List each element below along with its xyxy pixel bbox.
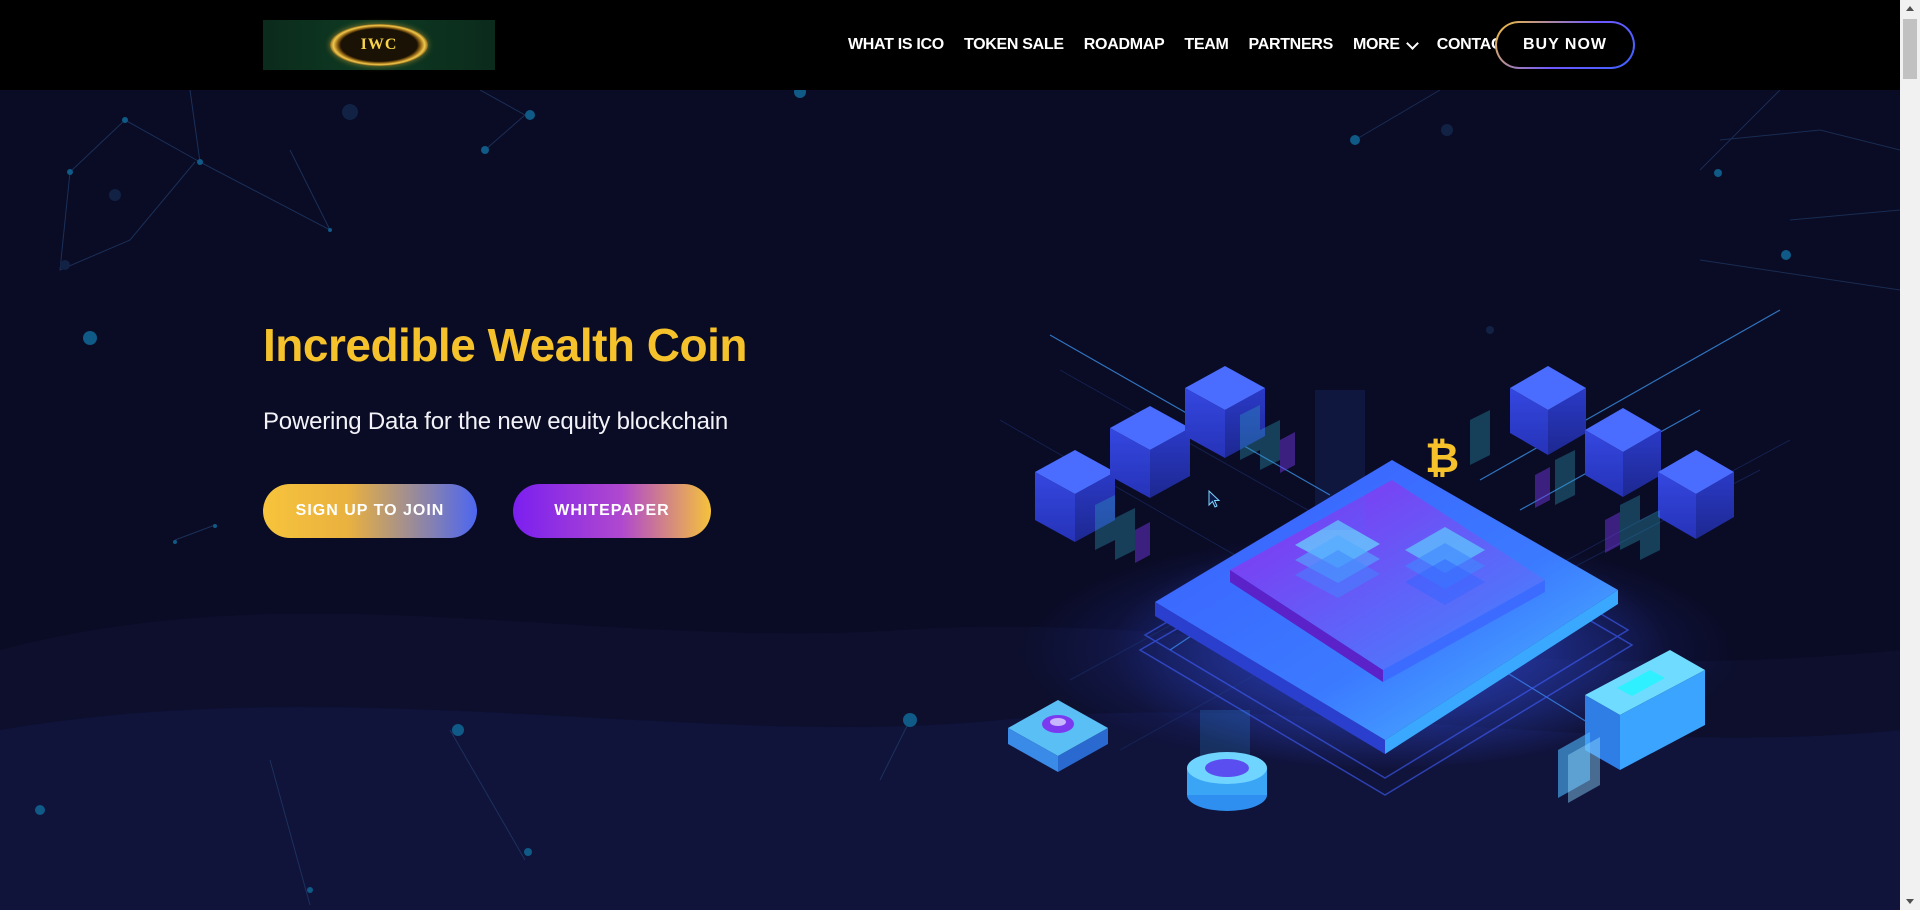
nav-what-is-ico[interactable]: WHAT IS ICO [848,36,944,54]
logo-text: IWC [360,36,398,53]
hero-section: Incredible Wealth Coin Powering Data for… [0,90,1900,910]
scroll-down-arrow-icon[interactable] [1900,893,1920,910]
hero-title: Incredible Wealth Coin [263,319,748,371]
blockchain-illustration: ₿ [1000,309,1791,811]
nav-label: TOKEN SALE [963,36,1064,53]
scroll-up-arrow-icon[interactable] [1900,0,1920,17]
scrollbar-thumb[interactable] [1903,19,1917,79]
nav-team[interactable]: TEAM [1184,36,1228,54]
nav-token-sale[interactable]: TOKEN SALE [964,36,1064,54]
page-scrollbar[interactable] [1900,0,1920,910]
bitcoin-icon: ₿ [1425,433,1459,482]
nav-label: TEAM [1184,36,1229,53]
buy-now-button[interactable]: BUY NOW [1495,21,1635,69]
site-header: IWC WHAT IS ICO TOKEN SALE ROADMAP TEAM … [0,0,1900,90]
sign-up-button[interactable]: SIGN UP TO JOIN [263,484,477,538]
nav-label: PARTNERS [1248,36,1334,53]
mouse-cursor-icon [1208,490,1221,508]
nav-partners[interactable]: PARTNERS [1248,36,1334,54]
nav-label: MORE [1352,36,1400,53]
nav-roadmap[interactable]: ROADMAP [1084,36,1165,54]
site-logo[interactable]: IWC [263,20,495,70]
nav-label: WHAT IS ICO [848,36,944,53]
hero-subtitle: Powering Data for the new equity blockch… [263,408,729,435]
nav-label: ROADMAP [1083,36,1165,53]
main-nav: WHAT IS ICO TOKEN SALE ROADMAP TEAM PART… [848,0,1532,90]
coin-emblem-icon: IWC [330,24,428,66]
chevron-down-icon [1405,36,1419,50]
nav-more-dropdown[interactable]: MORE [1352,36,1419,54]
whitepaper-button[interactable]: WHITEPAPER [513,484,711,538]
